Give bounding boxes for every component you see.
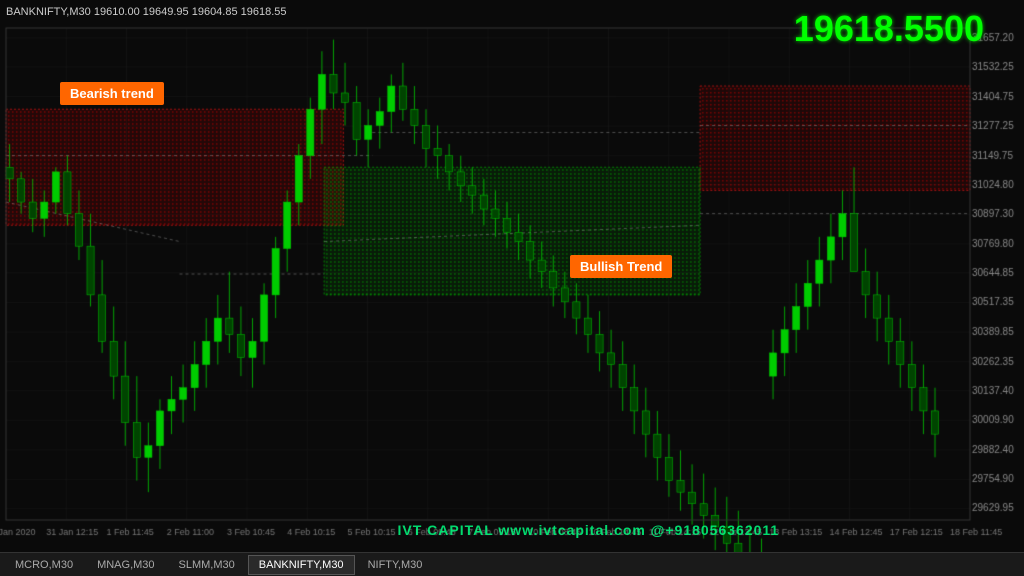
tab-banknifty[interactable]: BANKNIFTY,M30	[248, 555, 355, 575]
tab-mcro[interactable]: MCRO,M30	[4, 555, 84, 575]
tab-mnag[interactable]: MNAG,M30	[86, 555, 165, 575]
price-display: 19618.5500	[794, 8, 984, 50]
symbol-info: BANKNIFTY,M30 19610.00 19649.95 19604.85…	[6, 6, 287, 18]
bullish-label: Bullish Trend	[570, 255, 672, 278]
tab-slmm[interactable]: SLMM,M30	[168, 555, 246, 575]
watermark: IVT CAPITAL www.ivtcapital.com @+9180563…	[397, 522, 779, 538]
tab-bar: MCRO,M30MNAG,M30SLMM,M30BANKNIFTY,M30NIF…	[0, 552, 1024, 576]
bearish-label: Bearish trend	[60, 82, 164, 105]
tab-nifty[interactable]: NIFTY,M30	[357, 555, 434, 575]
symbol-text: BANKNIFTY,M30	[6, 6, 91, 18]
chart-container: BANKNIFTY,M30 19610.00 19649.95 19604.85…	[0, 0, 1024, 576]
ohlc-text: 19610.00 19649.95 19604.85 19618.55	[94, 6, 287, 18]
